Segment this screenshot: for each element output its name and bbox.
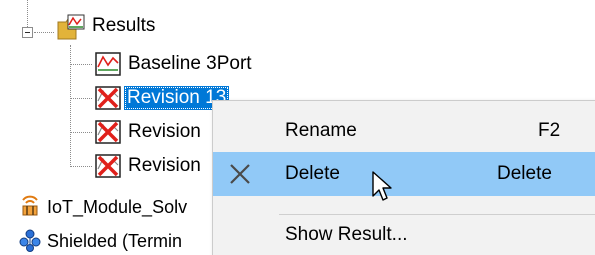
chart-deleted-icon <box>95 120 121 144</box>
tree-item-iot-module[interactable]: IoT_Module_Solv <box>47 195 187 219</box>
antenna-icon <box>18 194 42 218</box>
tree-connector <box>70 64 92 65</box>
menu-item-show-result[interactable]: Show Result... <box>213 213 595 255</box>
tree-connector <box>70 132 92 133</box>
chart-deleted-icon <box>95 154 121 178</box>
tree-connector <box>34 32 54 33</box>
results-node-label[interactable]: Results <box>92 14 155 38</box>
menu-item-shortcut: Delete <box>497 163 552 184</box>
tree-connector <box>70 98 92 99</box>
results-folder-icon <box>56 12 86 42</box>
results-tree-panel: Results Baseline 3Port Revision 13 Revis… <box>0 0 595 255</box>
tree-connector <box>27 0 28 27</box>
chart-deleted-icon <box>95 86 121 110</box>
menu-item-rename[interactable]: Rename F2 <box>213 109 595 153</box>
tree-connector <box>70 166 92 167</box>
delete-x-icon <box>225 159 255 189</box>
menu-item-label: Rename <box>285 120 357 141</box>
tree-item-revision[interactable]: Revision <box>128 154 201 178</box>
context-menu: Rename F2 Delete Delete Show Result... <box>212 100 595 255</box>
tree-item-baseline[interactable]: Baseline 3Port <box>128 52 252 76</box>
mouse-pointer-icon <box>372 171 394 205</box>
tree-item-revision[interactable]: Revision <box>128 120 201 144</box>
molecule-icon <box>18 228 42 252</box>
menu-item-label: Show Result... <box>285 224 408 245</box>
menu-item-delete[interactable]: Delete Delete <box>213 152 595 196</box>
tree-item-shielded[interactable]: Shielded (Termin <box>47 229 182 253</box>
chart-icon <box>95 52 121 76</box>
tree-connector <box>70 45 71 165</box>
menu-item-shortcut: F2 <box>538 120 561 141</box>
collapse-toggle[interactable] <box>22 27 33 38</box>
menu-item-label: Delete <box>285 163 340 184</box>
